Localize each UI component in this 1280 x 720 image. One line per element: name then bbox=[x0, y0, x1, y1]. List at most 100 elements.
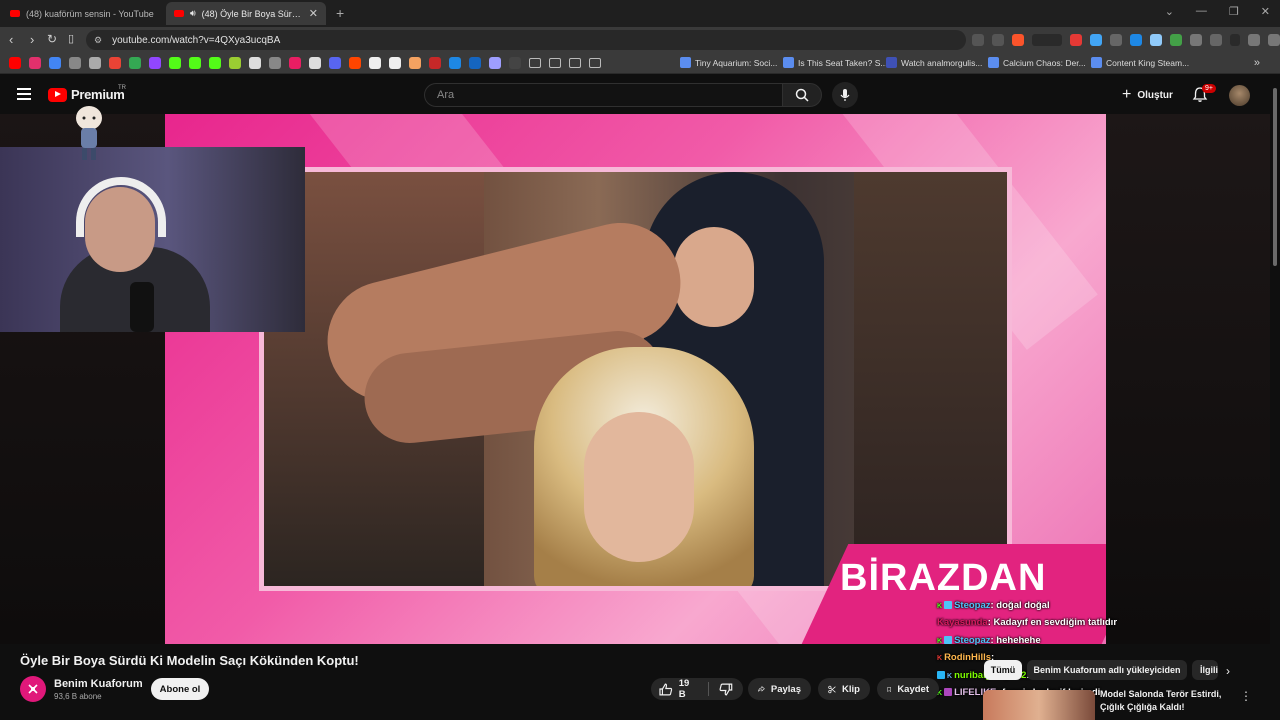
chip-all[interactable]: Tümü bbox=[984, 660, 1022, 680]
bookmark-icon[interactable] bbox=[229, 57, 241, 69]
plus-icon: + bbox=[1122, 86, 1132, 103]
search-button[interactable] bbox=[782, 83, 822, 107]
menu-icon[interactable] bbox=[1268, 34, 1280, 46]
bookmark-icon[interactable] bbox=[89, 57, 101, 69]
reddit-bookmark-icon[interactable] bbox=[349, 57, 361, 69]
bookmark-icon[interactable] bbox=[429, 57, 441, 69]
menu-icon[interactable] bbox=[17, 88, 31, 100]
tab-search-icon[interactable]: ⌄ bbox=[1165, 5, 1174, 18]
bookmarks-bar: Tiny Aquarium: Soci... Is This Seat Take… bbox=[0, 53, 1280, 74]
youtube-logo[interactable]: Premium TR bbox=[48, 85, 126, 102]
dislike-icon[interactable] bbox=[719, 683, 733, 696]
site-info-icon[interactable]: ⚙ bbox=[94, 35, 102, 46]
bookmark-item[interactable]: Is This Seat Taken? S... bbox=[783, 57, 887, 68]
extensions-puzzle-icon[interactable] bbox=[1190, 34, 1202, 46]
microphone-icon bbox=[130, 282, 154, 332]
cast-icon[interactable] bbox=[972, 34, 984, 46]
video-frame: BİRAZDAN bbox=[165, 114, 1106, 644]
anchor-bookmark-icon[interactable] bbox=[249, 57, 261, 69]
bookmark-item[interactable]: Calcium Chaos: Der... bbox=[988, 57, 1086, 68]
kick-bookmark-icon[interactable] bbox=[189, 57, 201, 69]
subscribe-button[interactable]: Abone ol bbox=[151, 678, 209, 700]
folder-icon[interactable] bbox=[529, 58, 541, 68]
folder-icon[interactable] bbox=[549, 58, 561, 68]
bookmark-icon[interactable] bbox=[269, 57, 281, 69]
youtube-bookmark-icon[interactable] bbox=[9, 57, 21, 69]
url-bar[interactable]: ⚙ youtube.com/watch?v=4QXya3ucqBA bbox=[86, 30, 966, 50]
x-bookmark-icon[interactable] bbox=[309, 57, 321, 69]
bookmark-icon[interactable] bbox=[49, 57, 61, 69]
extension-icon[interactable] bbox=[1070, 34, 1082, 46]
voice-search-button[interactable] bbox=[832, 82, 858, 108]
more-options-icon[interactable]: ⋮ bbox=[1240, 689, 1252, 703]
extension-icon[interactable] bbox=[1110, 34, 1122, 46]
extension-icon[interactable] bbox=[1090, 34, 1102, 46]
bookmark-icon[interactable] bbox=[509, 57, 521, 69]
bookmark-label: Calcium Chaos: Der... bbox=[1003, 57, 1086, 68]
bookmark-icon[interactable] bbox=[69, 57, 81, 69]
bookmark-icon[interactable] bbox=[369, 57, 381, 69]
media-icon[interactable] bbox=[1248, 34, 1260, 46]
extension-icon[interactable] bbox=[1150, 34, 1162, 46]
drive-bookmark-icon[interactable] bbox=[129, 57, 141, 69]
twitch-bookmark-icon[interactable] bbox=[149, 57, 161, 69]
bookmark-icon[interactable] bbox=[449, 57, 461, 69]
minimize-icon[interactable]: — bbox=[1196, 5, 1207, 18]
extension-icon[interactable] bbox=[1170, 34, 1182, 46]
back-icon[interactable]: ‹ bbox=[9, 32, 13, 47]
bookmark-label: Is This Seat Taken? S... bbox=[798, 57, 888, 68]
forward-icon[interactable]: › bbox=[30, 32, 34, 47]
subscriber-badge-icon bbox=[944, 688, 953, 696]
create-button[interactable]: + Oluştur bbox=[1116, 85, 1179, 105]
amazon-bookmark-icon[interactable] bbox=[389, 57, 401, 69]
bookmark-item[interactable]: Tiny Aquarium: Soci... bbox=[680, 57, 777, 68]
bookmark-item[interactable]: Content King Steam... bbox=[1091, 57, 1189, 68]
bookmark-icon[interactable] bbox=[289, 57, 301, 69]
like-icon[interactable] bbox=[659, 683, 673, 696]
clip-button[interactable]: Klip bbox=[818, 678, 870, 700]
folder-icon[interactable] bbox=[569, 58, 581, 68]
bookmark-item[interactable]: Watch analmorgulis... bbox=[886, 57, 982, 68]
folder-icon[interactable] bbox=[589, 58, 601, 68]
chevron-right-icon[interactable]: › bbox=[1226, 664, 1230, 678]
bookmark-icon[interactable] bbox=[329, 57, 341, 69]
bookmark-icon[interactable]: ▯ bbox=[68, 32, 74, 45]
extension-icons bbox=[972, 34, 1280, 46]
scrollbar-thumb[interactable] bbox=[1273, 88, 1277, 266]
channel-name[interactable]: Benim Kuaforum bbox=[54, 678, 143, 690]
chat-username: Steopaz bbox=[954, 600, 991, 611]
more-bookmarks-icon[interactable]: » bbox=[1254, 57, 1260, 69]
chip-related[interactable]: İlgili bbox=[1192, 660, 1218, 680]
share-page-icon[interactable] bbox=[992, 34, 1004, 46]
instagram-bookmark-icon[interactable] bbox=[29, 57, 41, 69]
browser-tab[interactable]: (48) kuaförüm sensin - YouTube bbox=[2, 2, 164, 25]
recommended-video-thumbnail[interactable] bbox=[983, 690, 1095, 720]
brave-shield-icon[interactable] bbox=[1012, 34, 1024, 46]
extension-icon[interactable] bbox=[1130, 34, 1142, 46]
save-button[interactable]: Kaydet bbox=[877, 678, 939, 700]
search-input[interactable]: Ara bbox=[424, 83, 782, 107]
reload-icon[interactable]: ↻ bbox=[47, 32, 57, 46]
youtube-favicon-icon bbox=[174, 10, 184, 17]
share-button[interactable]: Paylaş bbox=[748, 678, 811, 700]
maximize-icon[interactable]: ❐ bbox=[1229, 5, 1239, 18]
kick-badge-icon: K bbox=[937, 603, 943, 610]
channel-avatar[interactable] bbox=[20, 676, 46, 702]
page-scrollbar[interactable] bbox=[1270, 74, 1280, 720]
close-window-icon[interactable]: ✕ bbox=[1261, 5, 1270, 18]
chip-from-channel[interactable]: Benim Kuaforum adlı yükleyiciden bbox=[1027, 660, 1187, 680]
chat-text: : doğal doğal bbox=[990, 600, 1050, 611]
gmail-bookmark-icon[interactable] bbox=[109, 57, 121, 69]
browser-tab-active[interactable]: 🔊︎ (48) Öyle Bir Boya Sürdü Ki M... ✕ bbox=[166, 2, 326, 25]
bookmark-icon[interactable] bbox=[489, 57, 501, 69]
close-tab-icon[interactable]: ✕ bbox=[309, 7, 318, 20]
sidebar-icon[interactable] bbox=[1210, 34, 1222, 46]
kick-bookmark-icon[interactable] bbox=[169, 57, 181, 69]
kick-bookmark-icon[interactable] bbox=[209, 57, 221, 69]
new-tab-button[interactable]: + bbox=[336, 5, 344, 21]
like-count[interactable]: 19 B bbox=[679, 678, 699, 700]
user-avatar[interactable] bbox=[1229, 85, 1250, 106]
bookmark-icon[interactable] bbox=[469, 57, 481, 69]
recommended-video-title[interactable]: Model Salonda Terör Estirdi, Çığlık Çığl… bbox=[1100, 688, 1235, 714]
bookmark-icon[interactable] bbox=[409, 57, 421, 69]
